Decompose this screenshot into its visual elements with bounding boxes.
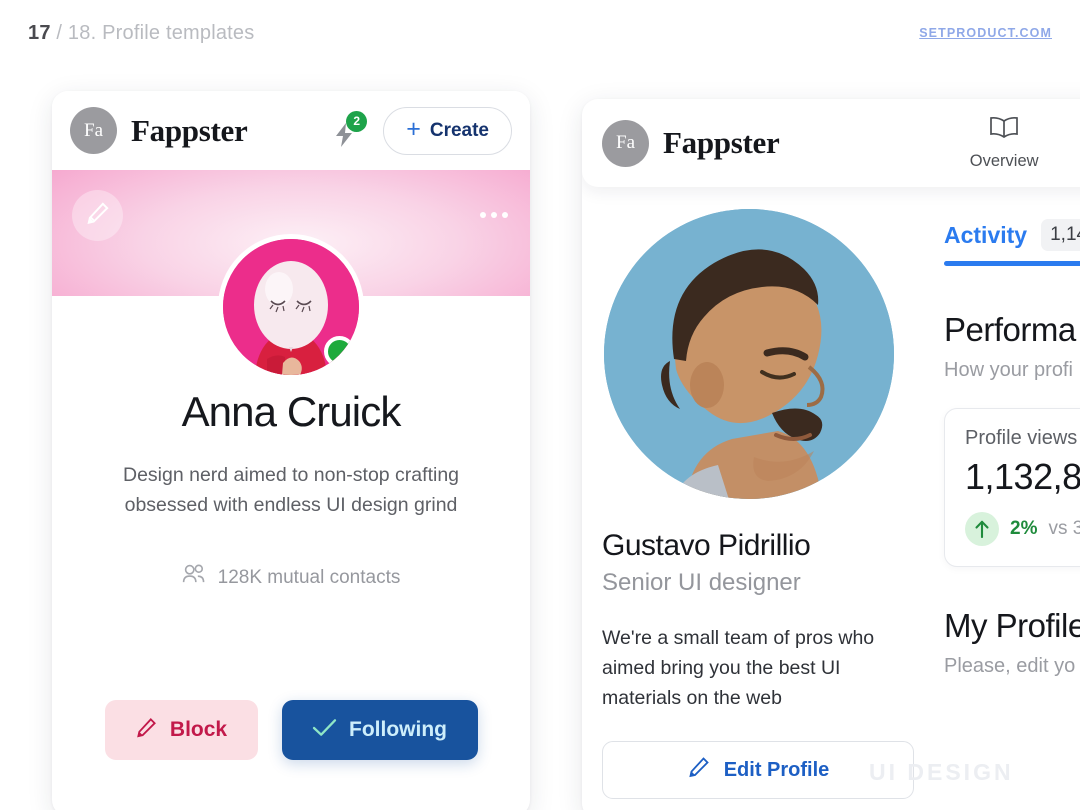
mutual-contacts-label: 128K mutual contacts bbox=[217, 566, 401, 588]
people-icon bbox=[182, 564, 207, 591]
tab-active-underline bbox=[944, 261, 1080, 266]
notification-badge: 2 bbox=[346, 110, 368, 132]
arrow-up-icon bbox=[965, 512, 999, 546]
breadcrumb: 17 / 18. Profile templates bbox=[28, 22, 254, 45]
avatar[interactable] bbox=[604, 209, 894, 499]
right-stats-column: Activity 1,14 Performa How your profi Pr… bbox=[934, 187, 1080, 810]
slide-page: 17 / 18. Profile templates SETPRODUCT.CO… bbox=[0, 0, 1080, 810]
page-title: Anna Cruick bbox=[181, 388, 402, 435]
profile-role: Senior UI designer bbox=[602, 569, 801, 596]
right-card-body: Gustavo Pidrillio Senior UI designer We'… bbox=[582, 187, 1080, 810]
performance-title: Performa bbox=[944, 311, 1076, 348]
pencil-icon bbox=[135, 716, 158, 745]
brand-avatar: Fa bbox=[602, 119, 649, 167]
stat-delta: 2% vs 30 d bbox=[965, 512, 1080, 546]
tabs: Activity 1,14 bbox=[944, 219, 1080, 266]
profile-bio-line: aimed bring you the best UI bbox=[602, 657, 841, 679]
tab-activity-badge: 1,14 bbox=[1041, 219, 1080, 251]
left-card-body: Anna Cruick Design nerd aimed to non-sto… bbox=[52, 234, 530, 810]
brand-name: Fappster bbox=[131, 112, 248, 148]
slide-title: / 18. Profile templates bbox=[56, 22, 255, 44]
profile-bio: Design nerd aimed to non-stop crafting o… bbox=[81, 460, 501, 520]
notifications-button[interactable]: 2 bbox=[331, 110, 368, 148]
slide-header: 17 / 18. Profile templates SETPRODUCT.CO… bbox=[0, 0, 1080, 78]
create-button-label: Create bbox=[429, 119, 489, 141]
edit-profile-button[interactable]: Edit Profile bbox=[602, 741, 914, 799]
stat-delta-percent: 2% bbox=[1010, 518, 1038, 539]
edit-profile-label: Edit Profile bbox=[723, 758, 830, 781]
mutual-contacts: 128K mutual contacts bbox=[52, 564, 530, 591]
tab-activity[interactable]: Activity bbox=[944, 222, 1027, 249]
avatar-photo bbox=[604, 209, 894, 499]
header-nav: Overview Repo bbox=[970, 115, 1080, 171]
book-icon bbox=[988, 115, 1020, 146]
profile-bio-line: Design nerd aimed to non-stop crafting bbox=[122, 464, 460, 486]
more-horizontal-icon bbox=[480, 212, 486, 218]
brand-avatar: Fa bbox=[70, 107, 117, 154]
profile-actions: Block Following bbox=[52, 700, 530, 760]
profile-bio-line: materials on the web bbox=[602, 687, 782, 709]
stat-card-profile-views: Profile views 1,132,818 2% vs 30 d bbox=[944, 408, 1080, 567]
profile-bio-line: obsessed with endless UI design grind bbox=[124, 494, 458, 516]
following-button[interactable]: Following bbox=[281, 700, 478, 760]
following-button-label: Following bbox=[349, 718, 447, 741]
cover-edit-button[interactable] bbox=[72, 190, 123, 241]
right-card-header: Fa Fappster Overview bbox=[582, 99, 1080, 187]
status-badge-online bbox=[324, 336, 355, 367]
stat-delta-note: vs 30 d bbox=[1048, 518, 1080, 539]
block-button-label: Block bbox=[169, 718, 228, 741]
cover-more-button[interactable] bbox=[480, 212, 508, 218]
setproduct-link[interactable]: SETPRODUCT.COM bbox=[919, 26, 1052, 40]
right-profile-card: Fa Fappster Overview Gustavo Pidrillio S… bbox=[582, 99, 1080, 810]
create-button[interactable]: + Create bbox=[383, 106, 512, 155]
more-horizontal-icon bbox=[502, 212, 508, 218]
stat-value: 1,132,818 bbox=[965, 456, 1080, 497]
nav-item-overview[interactable]: Overview bbox=[970, 115, 1039, 171]
profile-name: Gustavo Pidrillio bbox=[602, 529, 811, 562]
brand-name: Fappster bbox=[663, 125, 780, 160]
profile-bio: We're a small team of pros who aimed bri… bbox=[602, 623, 914, 713]
my-profile-title: My Profile bbox=[944, 607, 1080, 644]
stat-label: Profile views bbox=[965, 427, 1078, 449]
block-button[interactable]: Block bbox=[104, 700, 258, 760]
pencil-icon bbox=[687, 755, 711, 785]
left-profile-card: Fa Fappster 2 + Create Anna Cruick Desig… bbox=[52, 91, 530, 810]
more-horizontal-icon bbox=[491, 212, 497, 218]
avatar[interactable] bbox=[218, 234, 364, 380]
my-profile-subtitle: Please, edit yo bbox=[944, 655, 1076, 677]
nav-item-label: Overview bbox=[969, 152, 1039, 170]
check-icon bbox=[312, 717, 337, 744]
profile-bio-line: We're a small team of pros who bbox=[602, 627, 875, 649]
performance-subtitle: How your profi bbox=[944, 359, 1073, 381]
right-identity-column: Gustavo Pidrillio Senior UI designer We'… bbox=[582, 187, 934, 810]
plus-icon: + bbox=[406, 115, 421, 143]
pencil-icon bbox=[85, 200, 111, 231]
slide-number: 17 bbox=[28, 22, 51, 44]
left-card-header: Fa Fappster 2 + Create bbox=[52, 91, 530, 170]
